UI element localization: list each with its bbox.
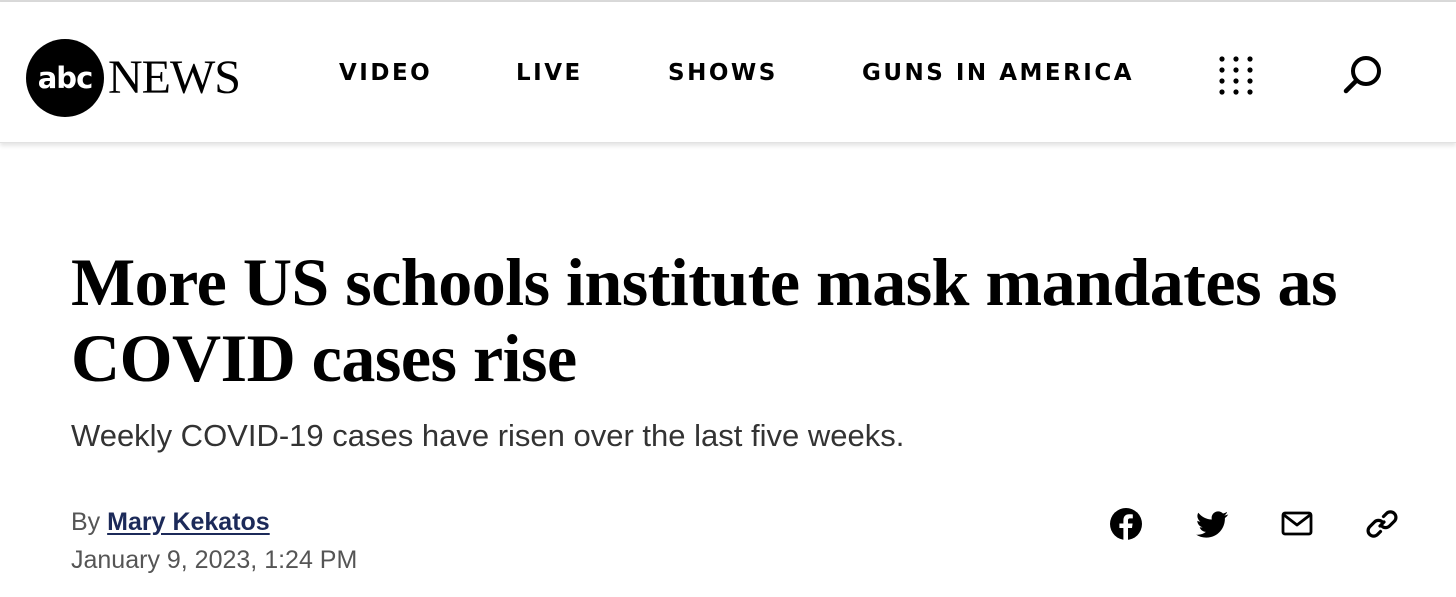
article-subheadline: Weekly COVID-19 cases have risen over th…: [71, 418, 905, 453]
site-header: abc NEWS VIDEO LIVE SHOWS GUNS IN AMERIC…: [0, 2, 1456, 143]
news-wordmark: NEWS: [108, 51, 241, 104]
facebook-icon[interactable]: [1107, 505, 1145, 543]
publish-timestamp: January 9, 2023, 1:24 PM: [71, 546, 358, 574]
byline-prefix: By: [71, 508, 101, 536]
link-icon[interactable]: [1363, 505, 1401, 543]
search-icon[interactable]: [1340, 52, 1386, 98]
twitter-icon[interactable]: [1193, 505, 1231, 543]
nav-guns-in-america[interactable]: GUNS IN AMERICA: [862, 60, 1134, 88]
abc-news-logo[interactable]: abc NEWS: [26, 38, 241, 118]
nav-shows[interactable]: SHOWS: [668, 60, 778, 88]
nav-live[interactable]: LIVE: [516, 60, 583, 88]
author-link[interactable]: Mary Kekatos: [107, 508, 270, 536]
abc-logo-mark: abc: [26, 39, 104, 117]
byline: By Mary Kekatos: [71, 508, 270, 537]
nav-video[interactable]: VIDEO: [339, 60, 432, 88]
grid-menu-icon[interactable]: [1216, 55, 1256, 95]
email-icon[interactable]: [1278, 505, 1316, 543]
article-headline: More US schools institute mask mandates …: [71, 244, 1338, 396]
